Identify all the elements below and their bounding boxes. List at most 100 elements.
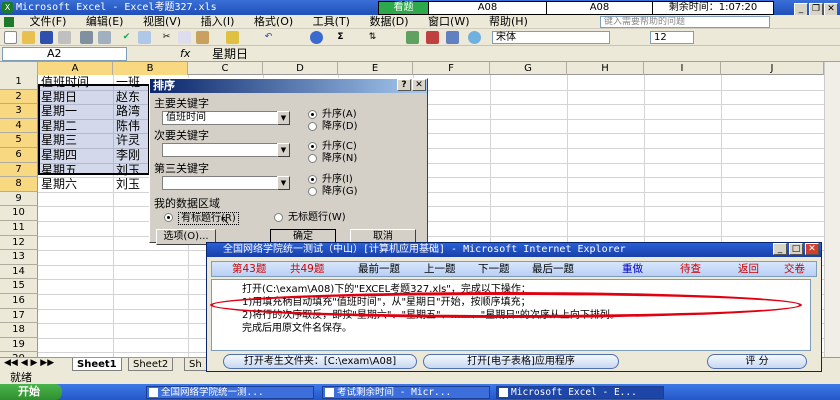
- select-all-corner[interactable]: [0, 62, 38, 75]
- col-header-i[interactable]: I: [644, 62, 721, 75]
- open-icon[interactable]: [22, 31, 35, 44]
- col-header-f[interactable]: F: [413, 62, 490, 75]
- col-header-g[interactable]: G: [490, 62, 567, 75]
- chevron-down-icon-3[interactable]: ▼: [277, 176, 290, 190]
- col-header-b[interactable]: B: [113, 62, 188, 75]
- zoom-icon[interactable]: [446, 31, 459, 44]
- row-header-6[interactable]: 6: [0, 148, 38, 163]
- tab-sheet1[interactable]: Sheet1: [72, 358, 122, 371]
- row-header-2[interactable]: 2: [0, 89, 38, 105]
- asc-radio-1[interactable]: [308, 110, 317, 119]
- cell-a3[interactable]: 星期一: [41, 104, 113, 119]
- menu-help[interactable]: 帮助(H): [481, 15, 536, 29]
- no-header-radio[interactable]: [274, 213, 283, 222]
- cell-a7[interactable]: 星期五: [41, 163, 113, 178]
- open-folder-button[interactable]: 打开考生文件夹：[C:\exam\A08]: [223, 354, 417, 369]
- menu-format[interactable]: 格式(O): [246, 15, 301, 29]
- font-name-select[interactable]: 宋体: [492, 31, 610, 44]
- menu-data[interactable]: 数据(D): [361, 15, 416, 29]
- maximize-icon-exam[interactable]: □: [789, 243, 803, 255]
- print-preview-icon[interactable]: [98, 31, 111, 44]
- help-question-input[interactable]: 键入需要帮助的问题: [600, 16, 770, 28]
- row-header-15[interactable]: 15: [0, 279, 38, 294]
- menu-edit[interactable]: 编辑(E): [78, 15, 132, 29]
- undo-icon[interactable]: ↶: [262, 31, 275, 44]
- task-timer-window[interactable]: 考试剩余时间 - Micr...: [322, 386, 490, 399]
- task-excel-window[interactable]: Microsoft Excel - E...: [496, 386, 664, 399]
- permission-icon[interactable]: [58, 31, 71, 44]
- col-header-e[interactable]: E: [338, 62, 413, 75]
- open-app-button[interactable]: 打开[电子表格]应用程序: [423, 354, 619, 369]
- cell-a5[interactable]: 星期三: [41, 133, 113, 148]
- vertical-scrollbar[interactable]: [824, 62, 840, 357]
- minimize-icon-exam[interactable]: _: [773, 243, 787, 255]
- formula-input[interactable]: 星期日: [212, 46, 248, 62]
- col-header-d[interactable]: D: [263, 62, 338, 75]
- row-header-14[interactable]: 14: [0, 264, 38, 280]
- insert-function-icon[interactable]: fx: [180, 47, 190, 61]
- row-header-5[interactable]: 5: [0, 133, 38, 148]
- font-size-select[interactable]: 12: [650, 31, 694, 44]
- close-icon-exam[interactable]: ✕: [805, 243, 819, 255]
- cut-icon[interactable]: ✂: [160, 31, 173, 44]
- prev-question-button[interactable]: 上一题: [424, 262, 456, 276]
- start-button[interactable]: 开始: [0, 384, 62, 400]
- row-header-9[interactable]: 9: [0, 191, 38, 207]
- pending-button[interactable]: 待查: [680, 262, 701, 276]
- secondary-key-select[interactable]: [162, 143, 277, 157]
- desc-radio-2[interactable]: [308, 154, 317, 163]
- task-exam-window[interactable]: 全国网络学院统一测...: [146, 386, 314, 399]
- print-icon[interactable]: [80, 31, 93, 44]
- tab-scroll-icon[interactable]: ◀◀ ◀ ▶ ▶▶: [4, 358, 54, 368]
- cell-a4[interactable]: 星期二: [41, 119, 113, 134]
- chart-wizard-icon[interactable]: [406, 31, 419, 44]
- paste-icon[interactable]: [196, 31, 209, 44]
- last-question-button[interactable]: 最后一题: [532, 262, 574, 276]
- research-icon[interactable]: [138, 31, 151, 44]
- col-header-h[interactable]: H: [567, 62, 644, 75]
- row-header-1[interactable]: 1: [0, 75, 38, 90]
- menu-view[interactable]: 视图(V): [135, 15, 189, 29]
- has-header-radio[interactable]: [164, 213, 173, 222]
- row-header-3[interactable]: 3: [0, 104, 38, 119]
- first-question-button[interactable]: 最前一题: [358, 262, 400, 276]
- col-header-a[interactable]: A: [38, 62, 113, 75]
- row-header-8[interactable]: 8: [0, 177, 38, 192]
- tab-sheet3[interactable]: Sh: [184, 358, 207, 371]
- help-icon-dialog[interactable]: ?: [397, 79, 411, 91]
- new-icon[interactable]: [4, 31, 17, 44]
- menu-window[interactable]: 窗口(W): [420, 15, 477, 29]
- save-icon[interactable]: [40, 31, 53, 44]
- close-icon-dialog[interactable]: ✕: [412, 79, 426, 91]
- cell-a1[interactable]: 值班时间: [41, 75, 113, 90]
- row-header-12[interactable]: 12: [0, 235, 38, 251]
- row-header-16[interactable]: 16: [0, 294, 38, 309]
- third-key-select[interactable]: [162, 176, 277, 190]
- drawing-icon[interactable]: [426, 31, 439, 44]
- row-header-17[interactable]: 17: [0, 308, 38, 324]
- name-box[interactable]: A2: [2, 47, 127, 61]
- tab-sheet2[interactable]: Sheet2: [128, 358, 174, 371]
- copy-icon[interactable]: [178, 31, 191, 44]
- desc-radio-1[interactable]: [308, 122, 317, 131]
- cell-a2[interactable]: 星期日: [41, 90, 113, 105]
- cell-a6[interactable]: 星期四: [41, 148, 113, 163]
- primary-key-select[interactable]: 值班时间: [162, 111, 277, 125]
- desc-radio-3[interactable]: [308, 187, 317, 196]
- asc-radio-2[interactable]: [308, 142, 317, 151]
- col-header-c[interactable]: C: [188, 62, 263, 75]
- workbook-icon[interactable]: [4, 17, 14, 27]
- score-button[interactable]: 评 分: [707, 354, 807, 369]
- spelling-icon[interactable]: ✔: [120, 31, 133, 44]
- col-header-j[interactable]: J: [721, 62, 824, 75]
- row-header-7[interactable]: 7: [0, 162, 38, 178]
- next-question-button[interactable]: 下一题: [478, 262, 510, 276]
- chevron-down-icon[interactable]: ▼: [277, 111, 290, 125]
- back-button[interactable]: 返回: [738, 262, 759, 276]
- menu-file[interactable]: 文件(F): [22, 15, 75, 29]
- sort-ascending-icon[interactable]: ⇅: [366, 31, 379, 44]
- asc-radio-3[interactable]: [308, 175, 317, 184]
- row-header-18[interactable]: 18: [0, 323, 38, 338]
- row-header-4[interactable]: 4: [0, 118, 38, 134]
- cell-a8[interactable]: 星期六: [41, 177, 113, 192]
